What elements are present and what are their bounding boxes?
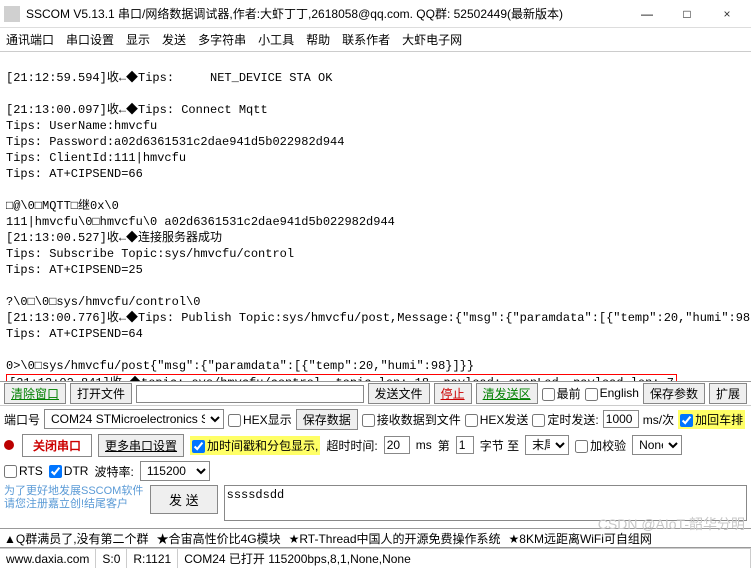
link-4g[interactable]: 合宙高性价比4G模块 bbox=[157, 530, 281, 547]
window-title: SSCOM V5.13.1 串口/网络数据调试器,作者:大虾丁丁,2618058… bbox=[26, 5, 627, 22]
menu-bar: 通讯端口 串口设置 显示 发送 多字符串 小工具 帮助 联系作者 大虾电子网 bbox=[0, 28, 751, 52]
check-type-select[interactable]: None bbox=[632, 435, 682, 455]
minimize-button[interactable]: — bbox=[627, 2, 667, 26]
menu-tools[interactable]: 小工具 bbox=[258, 31, 294, 48]
time-unit-label: ms/次 bbox=[643, 411, 674, 428]
stop-button[interactable]: 停止 bbox=[434, 383, 472, 404]
app-icon bbox=[4, 6, 20, 22]
port-select[interactable]: COM24 STMicroelectronics S bbox=[44, 409, 224, 429]
status-led-icon bbox=[4, 440, 14, 450]
add-cr-checkbox[interactable]: 加回车排 bbox=[678, 410, 745, 429]
menu-send[interactable]: 发送 bbox=[162, 31, 186, 48]
recv-to-file-checkbox[interactable]: 接收数据到文件 bbox=[362, 411, 461, 428]
save-params-button[interactable]: 保存参数 bbox=[643, 383, 705, 404]
hint-text: 为了更好地发展SSCOM软件 请您注册嘉立创!结尾客户 bbox=[4, 485, 144, 511]
timeout-label: 超时时间: bbox=[326, 437, 377, 454]
open-file-button[interactable]: 打开文件 bbox=[70, 383, 132, 404]
menu-port[interactable]: 通讯端口 bbox=[6, 31, 54, 48]
english-checkbox[interactable]: English bbox=[585, 386, 639, 400]
hex-send-checkbox[interactable]: HEX发送 bbox=[465, 411, 529, 428]
file-path-input[interactable] bbox=[136, 385, 364, 403]
timeout-input[interactable] bbox=[384, 436, 410, 454]
link-wifi[interactable]: 8KM远距离WiFi可自组网 bbox=[509, 530, 652, 547]
save-data-button[interactable]: 保存数据 bbox=[296, 409, 358, 430]
more-settings-button[interactable]: 更多串口设置 bbox=[98, 434, 184, 457]
menu-serial[interactable]: 串口设置 bbox=[66, 31, 114, 48]
tail-select[interactable]: 末尾 bbox=[525, 435, 569, 455]
timed-interval-input[interactable] bbox=[603, 410, 639, 428]
hex-show-checkbox[interactable]: HEX显示 bbox=[228, 411, 292, 428]
close-button[interactable]: × bbox=[707, 2, 747, 26]
send-file-button[interactable]: 发送文件 bbox=[368, 383, 430, 404]
extend-button[interactable]: 扩展 bbox=[709, 383, 747, 404]
menu-contact[interactable]: 联系作者 bbox=[342, 31, 390, 48]
ontop-checkbox[interactable]: 最前 bbox=[542, 385, 581, 402]
baud-label: 波特率: bbox=[94, 463, 133, 480]
byte-start-input[interactable] bbox=[456, 436, 474, 454]
dtr-checkbox[interactable]: DTR bbox=[49, 464, 89, 478]
log-area: [21:12:59.594]收←◆Tips: NET_DEVICE STA OK… bbox=[0, 52, 751, 382]
menu-help[interactable]: 帮助 bbox=[306, 31, 330, 48]
port-label: 端口号 bbox=[4, 411, 40, 428]
timed-send-checkbox[interactable]: 定时发送: bbox=[532, 411, 598, 428]
menu-multistr[interactable]: 多字符串 bbox=[198, 31, 246, 48]
link-group[interactable]: ▲Q群满员了,没有第二个群 bbox=[4, 530, 149, 547]
clear-window-button[interactable]: 清除窗口 bbox=[4, 383, 66, 404]
status-url[interactable]: www.daxia.com bbox=[0, 549, 96, 568]
baud-select[interactable]: 115200 bbox=[140, 461, 210, 481]
highlight-openled: [21:13:02.841]收←◆topic: sys/hmvcfu/contr… bbox=[6, 374, 677, 382]
check-checkbox[interactable]: 加校验 bbox=[575, 437, 626, 454]
menu-display[interactable]: 显示 bbox=[126, 31, 150, 48]
menu-web[interactable]: 大虾电子网 bbox=[402, 31, 462, 48]
rts-checkbox[interactable]: RTS bbox=[4, 464, 43, 478]
maximize-button[interactable]: □ bbox=[667, 2, 707, 26]
link-rtthread[interactable]: RT-Thread中国人的开源免费操作系统 bbox=[289, 530, 501, 547]
status-port-info: COM24 已打开 115200bps,8,1,None,None bbox=[178, 549, 751, 568]
status-recv: R:1121 bbox=[127, 549, 178, 568]
status-sent: S:0 bbox=[96, 549, 127, 568]
send-text-input[interactable] bbox=[224, 485, 747, 521]
send-button[interactable]: 发 送 bbox=[150, 485, 218, 514]
timestamp-checkbox[interactable]: 加时间戳和分包显示, bbox=[190, 436, 320, 455]
clear-send-button[interactable]: 清发送区 bbox=[476, 383, 538, 404]
close-port-button[interactable]: 关闭串口 bbox=[22, 434, 92, 457]
